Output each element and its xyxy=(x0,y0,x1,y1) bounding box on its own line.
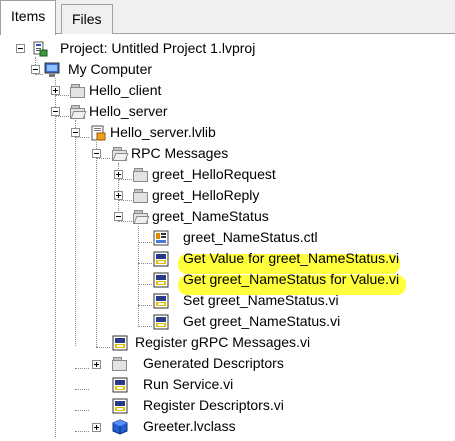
folder-icon xyxy=(70,83,86,99)
tree-item-hello-server-lvlib[interactable]: Hello_server.lvlib xyxy=(110,122,216,142)
tree-line xyxy=(55,116,69,117)
tree-item-set-namestatus-vi[interactable]: Set greet_NameStatus.vi xyxy=(183,290,339,310)
folder-icon xyxy=(112,356,128,372)
expand-icon[interactable] xyxy=(92,360,101,369)
tree-line xyxy=(55,78,56,437)
tree-line xyxy=(96,158,110,159)
tree-item-my-computer[interactable]: My Computer xyxy=(68,59,152,79)
collapse-icon[interactable] xyxy=(31,65,40,74)
collapse-icon[interactable] xyxy=(51,107,60,116)
tree-item-get-value-vi[interactable]: Get Value for greet_NameStatus.vi xyxy=(183,248,399,268)
vi-icon xyxy=(153,251,169,267)
tree-line xyxy=(75,410,89,411)
expand-icon[interactable] xyxy=(92,423,101,432)
tree-item-hello-server[interactable]: Hello_server xyxy=(89,101,168,121)
tree-line xyxy=(138,263,152,264)
computer-icon xyxy=(44,62,60,78)
tree-item-run-service-vi[interactable]: Run Service.vi xyxy=(143,374,233,394)
tree-line xyxy=(138,326,152,327)
tree-line xyxy=(75,389,89,390)
vi-icon xyxy=(112,377,128,393)
tree-line xyxy=(138,284,152,285)
tree-line xyxy=(138,305,152,306)
tree-item-project[interactable]: Project: Untitled Project 1.lvproj xyxy=(60,38,255,58)
tree-item-register-grpc-vi[interactable]: Register gRPC Messages.vi xyxy=(135,332,310,352)
tree-line xyxy=(96,142,97,347)
tree-line xyxy=(75,368,89,369)
vi-icon xyxy=(112,398,128,414)
collapse-icon[interactable] xyxy=(114,212,123,221)
folder-icon xyxy=(133,188,149,204)
vi-icon xyxy=(153,314,169,330)
tree-line xyxy=(138,226,139,325)
tree-item-get-namestatus-vi[interactable]: Get greet_NameStatus.vi xyxy=(183,311,340,331)
tree-line xyxy=(96,347,110,348)
tree-line xyxy=(35,74,43,75)
library-icon xyxy=(90,125,106,141)
tree-line xyxy=(75,431,89,432)
tree-item-rpc-messages[interactable]: RPC Messages xyxy=(131,143,228,163)
tree-item-register-descriptors-vi[interactable]: Register Descriptors.vi xyxy=(143,395,284,415)
expand-icon[interactable] xyxy=(114,191,123,200)
tree-line xyxy=(118,179,132,180)
tree-item-hello-client[interactable]: Hello_client xyxy=(89,80,161,100)
vi-icon xyxy=(153,272,169,288)
vi-icon xyxy=(112,335,128,351)
tree-item-get-for-value-vi[interactable]: Get greet_NameStatus for Value.vi xyxy=(183,269,399,289)
vi-icon xyxy=(153,293,169,309)
tab-files[interactable]: Files xyxy=(61,4,113,34)
folder-open-icon xyxy=(70,104,87,120)
collapse-icon[interactable] xyxy=(92,149,101,158)
tree-item-greet-namestatus[interactable]: greet_NameStatus xyxy=(152,206,269,226)
tree-line xyxy=(118,221,132,222)
tree-line xyxy=(138,242,152,243)
tree-line xyxy=(75,137,89,138)
folder-open-icon xyxy=(133,209,150,225)
tab-items[interactable]: Items xyxy=(0,0,57,35)
tree-item-greet-hellorequest[interactable]: greet_HelloRequest xyxy=(152,164,276,184)
tree-item-namestatus-ctl[interactable]: greet_NameStatus.ctl xyxy=(183,227,318,247)
tree-item-greeter-lvclass[interactable]: Greeter.lvclass xyxy=(143,416,236,436)
project-icon xyxy=(32,41,48,57)
tree-item-greet-helloreply[interactable]: greet_HelloReply xyxy=(152,185,259,205)
expand-icon[interactable] xyxy=(51,86,60,95)
collapse-icon[interactable] xyxy=(71,128,80,137)
tab-bar: Items Files xyxy=(0,0,455,35)
project-tree: Project: Untitled Project 1.lvproj My Co… xyxy=(0,34,455,441)
class-cube-icon xyxy=(112,419,128,435)
tree-line xyxy=(75,120,76,346)
folder-icon xyxy=(133,167,149,183)
tree-line xyxy=(118,200,132,201)
control-icon xyxy=(153,230,169,246)
folder-open-icon xyxy=(112,146,129,162)
expand-icon[interactable] xyxy=(114,170,123,179)
collapse-icon[interactable] xyxy=(16,44,25,53)
tree-item-generated-descriptors[interactable]: Generated Descriptors xyxy=(143,353,284,373)
tree-line xyxy=(55,95,69,96)
